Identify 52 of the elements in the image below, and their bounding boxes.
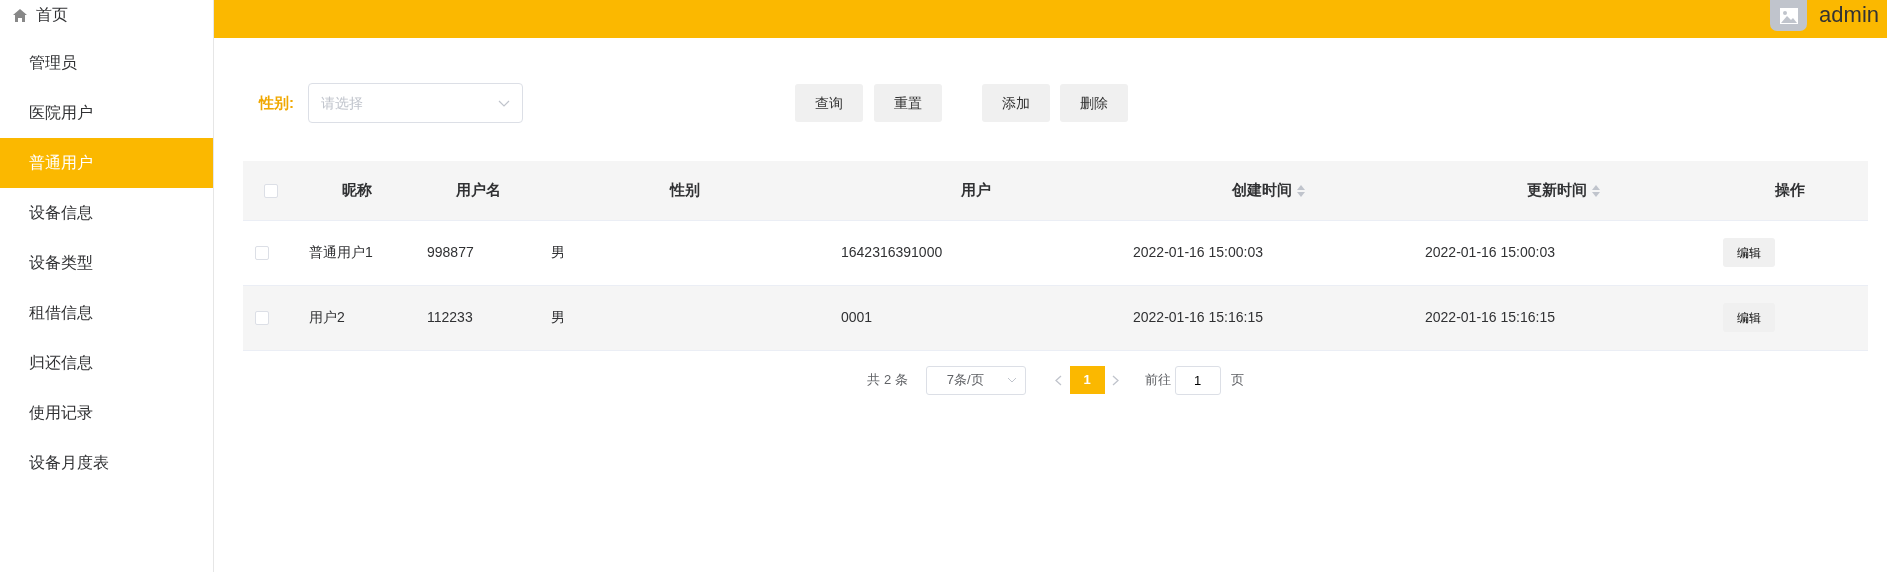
chevron-right-icon: [1112, 375, 1120, 387]
column-header: 性别: [540, 161, 830, 220]
page-size-select[interactable]: 7条/页: [925, 365, 1026, 395]
column-header: 用户名: [416, 161, 540, 220]
row-checkbox[interactable]: [255, 311, 269, 326]
table-cell: 男: [551, 309, 565, 325]
column-header: 用户: [830, 161, 1122, 220]
add-button[interactable]: 添加: [982, 84, 1050, 122]
goto-page-field[interactable]: 1: [1174, 365, 1221, 395]
user-name[interactable]: admin: [1819, 0, 1879, 30]
sidebar-item[interactable]: 医院用户: [0, 88, 213, 138]
table-cell: 1642316391000: [841, 244, 943, 260]
edit-button[interactable]: 编辑: [1723, 238, 1775, 267]
sidebar-item[interactable]: 设备信息: [0, 188, 213, 238]
table-cell: 0001: [841, 309, 873, 325]
goto-label: 前往: [1144, 371, 1171, 390]
sidebar-item[interactable]: 管理员: [0, 38, 213, 88]
column-header: 操作: [1712, 161, 1868, 220]
sidebar-item[interactable]: 租借信息: [0, 288, 213, 338]
table-cell: 2022-01-16 15:00:03: [1133, 244, 1263, 260]
home-menu-item[interactable]: 首页: [0, 0, 213, 30]
sidebar-item[interactable]: 设备月度表: [0, 438, 213, 488]
table-cell: 2022-01-16 15:16:15: [1133, 309, 1263, 325]
table-cell: 112233: [427, 309, 473, 325]
home-icon: [13, 8, 27, 22]
table-cell: 用户2: [309, 309, 345, 325]
table-cell: 男: [551, 244, 565, 260]
avatar-image-icon[interactable]: [1770, 0, 1808, 31]
column-header[interactable]: 更新时间: [1414, 161, 1712, 220]
filter-label: 性别:: [259, 92, 295, 113]
table-cell: 普通用户1: [309, 244, 373, 260]
edit-button[interactable]: 编辑: [1723, 303, 1775, 332]
column-header[interactable]: 创建时间: [1122, 161, 1414, 220]
query-button[interactable]: 查询: [795, 84, 863, 122]
row-checkbox[interactable]: [255, 246, 269, 261]
reset-button[interactable]: 重置: [874, 84, 942, 122]
chevron-down-icon: [498, 99, 510, 107]
total-count: 共 2 条: [867, 371, 908, 390]
select-all-checkbox[interactable]: [263, 184, 278, 199]
column-header: 昵称: [298, 161, 416, 220]
page-suffix: 页: [1230, 371, 1244, 390]
table-cell: 998877: [427, 244, 474, 260]
chevron-down-icon: [1006, 377, 1017, 383]
table-cell: 2022-01-16 15:16:15: [1425, 309, 1555, 325]
delete-button[interactable]: 删除: [1060, 84, 1128, 122]
chevron-left-icon: [1055, 375, 1063, 387]
sidebar-item[interactable]: 使用记录: [0, 388, 213, 438]
sort-icon[interactable]: [1591, 185, 1600, 198]
sort-icon[interactable]: [1296, 185, 1305, 198]
table-cell: 2022-01-16 15:00:03: [1425, 244, 1555, 260]
sidebar-item[interactable]: 设备类型: [0, 238, 213, 288]
sidebar-item[interactable]: 归还信息: [0, 338, 213, 388]
